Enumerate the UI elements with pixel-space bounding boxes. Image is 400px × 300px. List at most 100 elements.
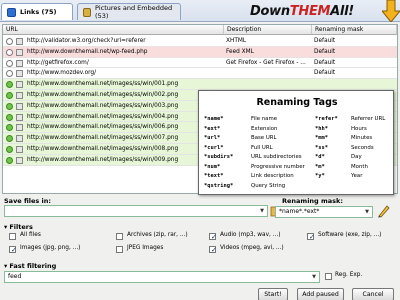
chevron-down-icon[interactable]: ▼	[310, 273, 318, 281]
row-checkbox[interactable]	[6, 81, 13, 89]
renaming-tag: *qstring*	[204, 182, 234, 189]
renaming-tag-description: Month	[351, 163, 368, 170]
table-row[interactable]: http://validator.w3.org/check?uri=refere…	[3, 36, 397, 47]
row-checkbox[interactable]	[6, 38, 13, 45]
renaming-tag-description: URL subdirectories	[251, 154, 302, 160]
row-checkbox[interactable]	[6, 59, 13, 67]
row-description: Get Firefox - Get Firefox - ...	[226, 59, 306, 66]
filters-header[interactable]: ▾ Filters	[4, 223, 33, 231]
filter-checkbox[interactable]	[9, 233, 16, 240]
row-checkbox[interactable]	[6, 135, 13, 143]
row-mask: Default	[314, 38, 336, 44]
filter-label: Audio (mp3, wav, ...)	[220, 232, 281, 238]
row-checkbox[interactable]	[6, 48, 13, 56]
renaming-mask-label: Renaming mask:	[282, 197, 343, 205]
table-row[interactable]: http://getfirefox.com/Get Firefox - Get …	[3, 58, 397, 69]
row-checkbox[interactable]	[6, 156, 13, 164]
renaming-tag-description: Extension	[251, 125, 278, 132]
file-icon	[16, 59, 23, 67]
downthemall-logo: DownTHEMAll!	[250, 4, 354, 19]
column-header-renaming-mask[interactable]: Renaming mask	[312, 25, 397, 35]
filter-label: Images (jpg, png, ...)	[20, 245, 81, 251]
row-checkbox[interactable]	[6, 146, 13, 153]
regexp-checkbox[interactable]	[325, 273, 332, 280]
renaming-tag: *subdirs*	[204, 154, 234, 160]
table-row[interactable]: http://www.downthemall.net/wp-feed.php Fe…	[3, 46, 397, 58]
row-description: Feed XML	[226, 48, 254, 55]
pictures-icon	[83, 7, 92, 17]
start-button[interactable]: Start!	[258, 288, 288, 300]
file-icon	[16, 135, 23, 143]
filter-checkbox[interactable]	[9, 246, 17, 253]
row-url: http://www.downthemall.net/images/ss/win…	[27, 124, 179, 131]
table-row[interactable]: http://www.downthemall.net/images/ss/win…	[3, 79, 397, 90]
row-mask: Default	[314, 70, 336, 77]
renaming-tag-description: Hours	[351, 125, 367, 132]
file-icon	[16, 48, 23, 56]
filters-group: All files Archives (zip, rar, ...) Audio (…	[4, 232, 396, 258]
fast-filtering-header[interactable]: ▾ Fast filtering	[4, 262, 56, 270]
chevron-down-icon[interactable]: ▼	[258, 207, 266, 215]
chevron-down-icon[interactable]: ▼	[363, 208, 371, 216]
filter-checkbox[interactable]	[307, 233, 315, 240]
renaming-tag-description: File name	[251, 116, 278, 122]
renaming-tag-description: Seconds	[351, 144, 374, 151]
filter-checkbox[interactable]	[209, 246, 217, 253]
filter-checkbox[interactable]	[116, 233, 123, 240]
renaming-tag-description: Referrer URL	[351, 116, 386, 122]
row-checkbox[interactable]	[6, 102, 13, 110]
renaming-tag-description: Link description	[251, 173, 294, 179]
row-checkbox[interactable]	[6, 70, 13, 78]
row-checkbox[interactable]	[6, 113, 13, 121]
row-checkbox[interactable]	[6, 124, 13, 132]
filter-checkbox[interactable]	[116, 246, 123, 253]
file-icon	[16, 102, 23, 110]
file-icon	[16, 146, 23, 153]
file-icon	[16, 38, 23, 45]
renaming-tag-description: Year	[351, 173, 363, 179]
renaming-mask-input[interactable]: *name*.*ext* ▼	[275, 206, 373, 218]
renaming-tag: *hh*	[315, 125, 328, 132]
renaming-tag: *url*	[204, 135, 221, 141]
table-row[interactable]: http://www.mozdev.org/Default	[3, 68, 397, 80]
file-icon	[16, 92, 23, 99]
file-icon	[16, 70, 23, 78]
collapse-icon[interactable]: ▾	[4, 262, 7, 270]
fast-filtering-label: Fast filtering	[9, 262, 57, 270]
row-checkbox[interactable]	[6, 92, 13, 99]
regexp-label: Reg. Exp.	[335, 272, 363, 278]
add-paused-button[interactable]: Add paused	[297, 288, 344, 300]
column-header-description[interactable]: Description	[224, 25, 312, 35]
tab-links[interactable]: Links (75)	[1, 3, 73, 20]
row-mask: Default	[314, 48, 336, 55]
filter-label: Videos (mpeg, avi, ...)	[220, 245, 284, 251]
row-url: http://www.downthemall.net/images/ss/win…	[27, 81, 179, 88]
renaming-tag-description: Full URL	[251, 144, 273, 151]
row-url: http://validator.w3.org/check?uri=refere…	[27, 38, 146, 44]
column-header-url[interactable]: URL	[3, 25, 224, 35]
row-url: http://www.downthemall.net/images/ss/win…	[27, 113, 179, 120]
renaming-tag-description: Base URL	[251, 135, 277, 141]
filter-label: All files	[20, 232, 41, 238]
fast-filter-input[interactable]: feed ▼	[4, 271, 320, 283]
cancel-button[interactable]: Cancel	[352, 288, 394, 300]
file-icon	[16, 124, 23, 132]
save-path-input[interactable]: ▼	[4, 205, 268, 217]
renaming-tag: *m*	[315, 163, 325, 170]
renaming-tag: *name*	[204, 116, 224, 122]
filters-label: Filters	[9, 223, 33, 231]
renaming-tag-description: Minutes	[351, 135, 373, 141]
renaming-tags-tooltip: Renaming Tags *name* File name *ext* Extens…	[198, 90, 394, 195]
row-url: http://www.mozdev.org/	[27, 70, 97, 77]
renaming-tag: *refer*	[315, 116, 338, 122]
renaming-tag: *text*	[204, 173, 224, 179]
row-url: http://www.downthemall.net/images/ss/win…	[27, 135, 179, 142]
links-icon	[7, 7, 16, 17]
filter-label: JPEG Images	[127, 245, 164, 251]
edit-mask-icon[interactable]	[377, 204, 391, 218]
filter-checkbox[interactable]	[209, 233, 217, 240]
renaming-tag: *num*	[204, 163, 221, 170]
collapse-icon[interactable]: ▾	[4, 223, 7, 231]
logo-down: Down	[250, 4, 290, 19]
tab-pictures[interactable]: Pictures and Embedded (53)	[77, 3, 181, 20]
